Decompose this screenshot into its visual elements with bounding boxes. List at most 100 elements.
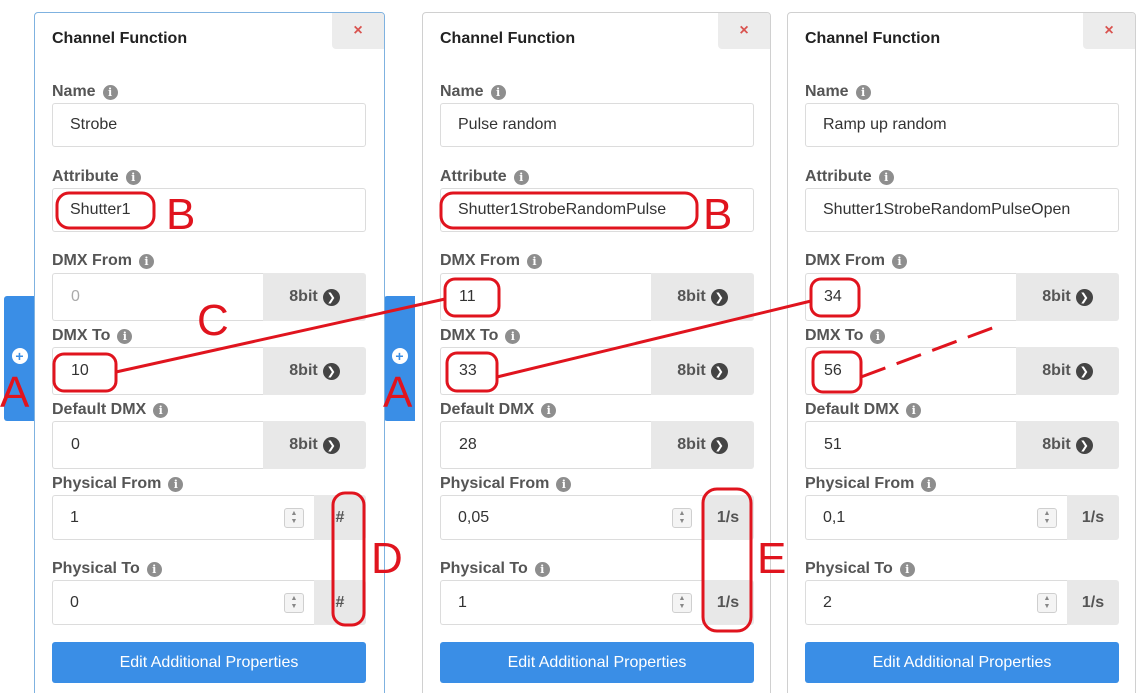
dmx-from-input[interactable]: 34 — [805, 273, 1017, 321]
chevron-right-icon: ❯ — [710, 436, 728, 454]
dmx-to-input[interactable]: 56 — [805, 347, 1017, 395]
annotation-label-b: B — [166, 190, 196, 239]
name-input[interactable]: Strobe — [52, 103, 366, 147]
info-icon[interactable]: i — [878, 169, 894, 185]
attribute-input[interactable]: Shutter1 — [52, 188, 366, 232]
unit-label: 1/s — [1067, 580, 1119, 625]
info-icon[interactable]: i — [855, 84, 871, 100]
physical-from-input[interactable]: 0,05 ▲ ▼ — [440, 495, 702, 540]
physical-from-group: 0,05 ▲ ▼ 1/s — [440, 495, 754, 540]
name-label: Name i — [52, 83, 118, 101]
edit-additional-properties-button[interactable]: Edit Additional Properties — [52, 642, 366, 683]
bit-resolution-button[interactable]: 8bit ❯ — [1016, 273, 1119, 321]
physical-from-input[interactable]: 1 ▲ ▼ — [52, 495, 314, 540]
physical-from-label: Physical From i — [52, 475, 184, 493]
annotation-label-a: A — [0, 368, 30, 417]
name-input[interactable]: Ramp up random — [805, 103, 1119, 147]
spinner-icon[interactable]: ▲ ▼ — [1037, 508, 1057, 528]
chevron-right-icon: ❯ — [322, 436, 340, 454]
info-icon[interactable]: i — [556, 476, 572, 492]
default-dmx-input[interactable]: 28 — [440, 421, 652, 469]
physical-from-group: 0,1 ▲ ▼ 1/s — [805, 495, 1119, 540]
dmx-from-input: 0 — [52, 273, 264, 321]
info-icon[interactable]: i — [146, 561, 162, 577]
close-button[interactable]: × — [332, 13, 384, 49]
default-dmx-input[interactable]: 0 — [52, 421, 264, 469]
bit-resolution-button[interactable]: 8bit ❯ — [651, 273, 754, 321]
dmx-to-input[interactable]: 33 — [440, 347, 652, 395]
annotation-label-e: E — [757, 534, 787, 583]
physical-to-label: Physical To i — [52, 560, 162, 578]
dmx-from-input[interactable]: 11 — [440, 273, 652, 321]
edit-additional-properties-button[interactable]: Edit Additional Properties — [440, 642, 754, 683]
info-icon[interactable]: i — [906, 402, 922, 418]
attribute-input[interactable]: Shutter1StrobeRandomPulseOpen — [805, 188, 1119, 232]
bit-resolution-button[interactable]: 8bit ❯ — [263, 347, 366, 395]
bit-resolution-button[interactable]: 8bit ❯ — [651, 347, 754, 395]
physical-to-group: 2 ▲ ▼ 1/s — [805, 580, 1119, 625]
info-icon[interactable]: i — [892, 253, 907, 269]
add-circle-icon: + — [391, 348, 408, 364]
default-dmx-group: 51 8bit ❯ — [805, 421, 1119, 469]
dmx-from-group: 34 8bit ❯ — [805, 273, 1119, 321]
info-icon[interactable]: i — [527, 253, 542, 269]
chevron-right-icon: ❯ — [710, 362, 728, 380]
name-label: Name i — [440, 83, 506, 101]
chevron-right-icon: ❯ — [1075, 362, 1093, 380]
annotation-label-a: A — [383, 368, 413, 417]
bit-resolution-button[interactable]: 8bit ❯ — [651, 421, 754, 469]
close-button[interactable]: × — [1083, 13, 1135, 49]
info-icon[interactable]: i — [490, 84, 506, 100]
channel-function-panel: Channel Function × Name i Ramp up random … — [787, 12, 1136, 693]
info-icon[interactable]: i — [139, 253, 154, 269]
dmx-to-group: 33 8bit ❯ — [440, 347, 754, 395]
bit-resolution-button[interactable]: 8bit ❯ — [263, 421, 366, 469]
info-icon[interactable]: i — [505, 328, 521, 344]
physical-from-label: Physical From i — [440, 475, 572, 493]
close-button[interactable]: × — [718, 13, 770, 49]
panel-title: Channel Function — [805, 30, 941, 47]
spinner-icon[interactable]: ▲ ▼ — [284, 593, 304, 613]
physical-to-input[interactable]: 2 ▲ ▼ — [805, 580, 1067, 625]
physical-to-label: Physical To i — [440, 560, 550, 578]
physical-from-input[interactable]: 0,1 ▲ ▼ — [805, 495, 1067, 540]
physical-to-input[interactable]: 1 ▲ ▼ — [440, 580, 702, 625]
info-icon[interactable]: i — [870, 328, 886, 344]
dmx-to-input[interactable]: 10 — [52, 347, 264, 395]
info-icon[interactable]: i — [117, 328, 133, 344]
dmx-to-group: 10 8bit ❯ — [52, 347, 366, 395]
info-icon[interactable]: i — [513, 169, 529, 185]
dmx-to-label: DMX To i — [440, 327, 521, 345]
info-icon[interactable]: i — [168, 476, 184, 492]
spinner-icon[interactable]: ▲ ▼ — [1037, 593, 1057, 613]
info-icon[interactable]: i — [541, 402, 557, 418]
spinner-icon[interactable]: ▲ ▼ — [284, 508, 304, 528]
dmx-to-label: DMX To i — [805, 327, 886, 345]
chevron-right-icon: ❯ — [322, 362, 340, 380]
dmx-from-group: 11 8bit ❯ — [440, 273, 754, 321]
info-icon[interactable]: i — [921, 476, 937, 492]
physical-from-group: 1 ▲ ▼ # — [52, 495, 366, 540]
default-dmx-input[interactable]: 51 — [805, 421, 1017, 469]
info-icon[interactable]: i — [102, 84, 118, 100]
spinner-icon[interactable]: ▲ ▼ — [672, 593, 692, 613]
info-icon[interactable]: i — [153, 402, 169, 418]
physical-from-label: Physical From i — [805, 475, 937, 493]
name-input[interactable]: Pulse random — [440, 103, 754, 147]
info-icon[interactable]: i — [534, 561, 550, 577]
physical-to-input[interactable]: 0 ▲ ▼ — [52, 580, 314, 625]
info-icon[interactable]: i — [899, 561, 915, 577]
info-icon[interactable]: i — [125, 169, 141, 185]
default-dmx-group: 28 8bit ❯ — [440, 421, 754, 469]
dmx-from-label: DMX From i — [440, 252, 542, 270]
dmx-to-label: DMX To i — [52, 327, 133, 345]
annotation-label-b: B — [703, 190, 733, 239]
bit-resolution-button[interactable]: 8bit ❯ — [263, 273, 366, 321]
edit-additional-properties-button[interactable]: Edit Additional Properties — [805, 642, 1119, 683]
default-dmx-group: 0 8bit ❯ — [52, 421, 366, 469]
bit-resolution-button[interactable]: 8bit ❯ — [1016, 347, 1119, 395]
bit-resolution-button[interactable]: 8bit ❯ — [1016, 421, 1119, 469]
attribute-label: Attribute i — [440, 168, 529, 186]
dmx-from-label: DMX From i — [52, 252, 154, 270]
spinner-icon[interactable]: ▲ ▼ — [672, 508, 692, 528]
